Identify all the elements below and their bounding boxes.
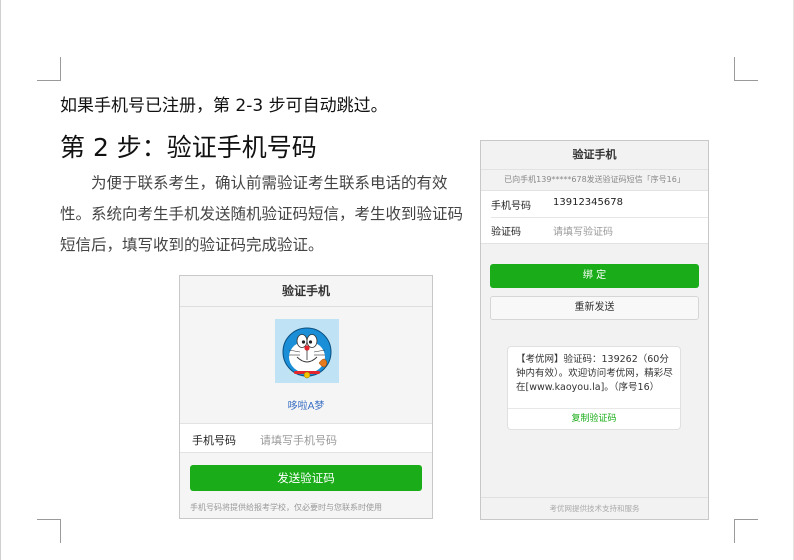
phone-input[interactable]: 请填写手机号码 bbox=[260, 432, 337, 448]
user-name: 哆啦A梦 bbox=[287, 401, 325, 412]
sms-message: 【考优网】验证码：139262（60分钟内有效）。欢迎访问考优网，精彩尽在[ww… bbox=[516, 354, 673, 393]
crop-mark-top-right bbox=[734, 57, 758, 81]
code-label: 验证码 bbox=[491, 227, 521, 238]
step-heading: 第 2 步：验证手机号码 bbox=[60, 133, 317, 162]
code-input[interactable]: 请填写验证码 bbox=[553, 223, 613, 238]
send-code-button[interactable]: 发送验证码 bbox=[190, 465, 422, 491]
crop-mark-top-left bbox=[37, 57, 61, 81]
verify-phone-screen-1: 验证手机 哆啦A梦 手机号码 请填写手机号码 发送验证码 手机号码将提供给报考学… bbox=[179, 275, 433, 519]
privacy-note: 手机号码将提供给报考学校，仅必要时与您联系时使用 bbox=[190, 503, 382, 512]
screen2-header: 验证手机 bbox=[481, 141, 708, 170]
crop-mark-bottom-left bbox=[37, 519, 61, 543]
screen1-header: 验证手机 bbox=[180, 276, 432, 307]
phone-label: 手机号码 bbox=[491, 201, 531, 212]
body-paragraph: 为便于联系考生，确认前需验证考生联系电话的有效性。系统向考生手机发送随机验证码短… bbox=[60, 168, 472, 261]
resend-button[interactable]: 重新发送 bbox=[490, 296, 699, 320]
copy-code-button[interactable]: 复制验证码 bbox=[508, 411, 680, 424]
verify-phone-screen-2: 验证手机 已向手机139*****678发送验证码短信「序号16」 手机号码 1… bbox=[480, 140, 709, 520]
crop-mark-bottom-right bbox=[734, 519, 758, 543]
phone-value[interactable]: 13912345678 bbox=[553, 197, 623, 208]
phone-label: 手机号码 bbox=[192, 434, 236, 447]
body-paragraph-text: 为便于联系考生，确认前需验证考生联系电话的有效性。系统向考生手机发送随机验证码短… bbox=[60, 174, 464, 254]
sms-divider bbox=[508, 408, 680, 409]
sms-popup: 【考优网】验证码：139262（60分钟内有效）。欢迎访问考优网，精彩尽在[ww… bbox=[507, 346, 681, 430]
intro-text: 如果手机号已注册，第 2-3 步可自动跳过。 bbox=[60, 96, 388, 116]
verify-form: 手机号码 13912345678 验证码 请填写验证码 bbox=[481, 190, 708, 244]
doraemon-avatar-icon bbox=[275, 319, 339, 383]
bind-button[interactable]: 绑 定 bbox=[490, 264, 699, 288]
form-divider bbox=[491, 217, 708, 218]
screen2-footer: 考优网提供技术支持和服务 bbox=[549, 504, 640, 513]
sent-notice: 已向手机139*****678发送验证码短信「序号16」 bbox=[504, 175, 685, 184]
phone-input-row[interactable]: 手机号码 请填写手机号码 bbox=[180, 423, 432, 453]
page-left-edge bbox=[0, 0, 1, 560]
footer-divider bbox=[481, 497, 708, 498]
